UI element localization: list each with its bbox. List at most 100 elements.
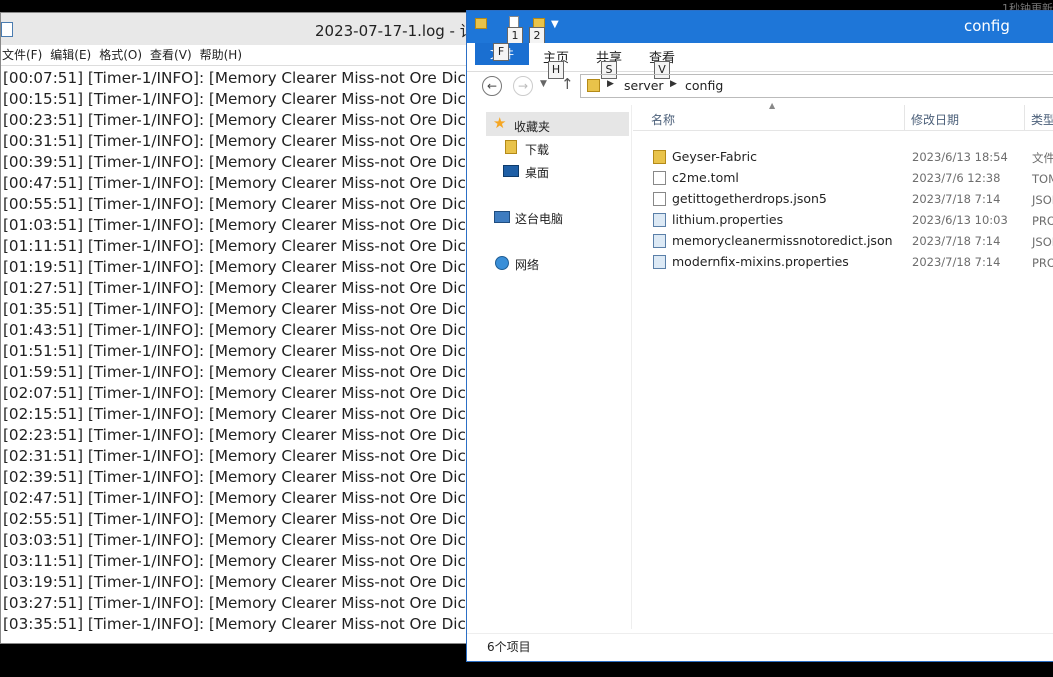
network-icon [495,256,509,270]
file-date: 2023/7/18 7:14 [912,255,1001,269]
column-name[interactable]: 名称 [651,111,675,128]
log-line: [02:31:51] [Timer-1/INFO]: [Memory Clear… [3,447,479,465]
chevron-right-icon[interactable]: ▶ [670,79,677,89]
log-line: [02:39:51] [Timer-1/INFO]: [Memory Clear… [3,468,479,486]
log-line: [01:59:51] [Timer-1/INFO]: [Memory Clear… [3,363,479,381]
file-name: modernfix-mixins.properties [672,254,849,269]
menu-edit[interactable]: 编辑(E) [49,45,98,65]
log-line: [03:19:51] [Timer-1/INFO]: [Memory Clear… [3,573,479,591]
explorer-titlebar[interactable]: ▼ 1 2 config [467,11,1053,45]
file-date: 2023/6/13 10:03 [912,213,1008,227]
customize-qat-icon[interactable]: ▼ [551,19,559,30]
log-line: [03:11:51] [Timer-1/INFO]: [Memory Clear… [3,552,479,570]
file-type: TOML 文件 [1032,172,1053,186]
log-line: [01:35:51] [Timer-1/INFO]: [Memory Clear… [3,300,479,318]
config-file-icon [653,255,666,269]
column-date[interactable]: 修改日期 [911,111,959,128]
nav-selection-highlight [486,112,629,136]
file-row[interactable]: getittogetherdrops.json5 2023/7/18 7:14 … [633,189,1053,210]
nav-item-this-pc[interactable]: 这台电脑 [515,210,563,227]
log-line: [03:35:51] [Timer-1/INFO]: [Memory Clear… [3,615,479,633]
log-line: [01:19:51] [Timer-1/INFO]: [Memory Clear… [3,258,479,276]
log-line: [00:31:51] [Timer-1/INFO]: [Memory Clear… [3,132,479,150]
file-row[interactable]: c2me.toml 2023/7/6 12:38 TOML 文件 [633,168,1053,189]
document-icon [653,192,666,206]
file-type: JSON5 文件 [1032,193,1053,207]
folder-icon [653,150,666,164]
log-line: [01:11:51] [Timer-1/INFO]: [Memory Clear… [3,237,479,255]
log-line: [00:47:51] [Timer-1/INFO]: [Memory Clear… [3,174,479,192]
status-bar: 6个项目 [467,633,1053,656]
column-type[interactable]: 类型 [1031,111,1053,128]
menu-file[interactable]: 文件(F) [1,45,49,65]
file-type: 文件夹 [1032,151,1053,165]
log-line: [01:51:51] [Timer-1/INFO]: [Memory Clear… [3,342,479,360]
file-row[interactable]: lithium.properties 2023/6/13 10:03 PROPE… [633,210,1053,231]
recent-locations-icon[interactable]: ▼ [540,79,547,89]
log-line: [01:27:51] [Timer-1/INFO]: [Memory Clear… [3,279,479,297]
log-line: [00:07:51] [Timer-1/INFO]: [Memory Clear… [3,69,479,87]
file-date: 2023/7/18 7:14 [912,192,1001,206]
star-icon: ★ [493,114,507,132]
log-line: [00:23:51] [Timer-1/INFO]: [Memory Clear… [3,111,479,129]
column-header-row: ▲ 名称 修改日期 类型 [633,101,1053,131]
file-name: memorycleanermissnotoredict.json [672,233,893,248]
menu-help[interactable]: 帮助(H) [199,45,249,65]
notepad-window[interactable]: 2023-07-17-1.log - 记事本 文件(F) 编辑(E) 格式(O)… [0,12,480,644]
breadcrumb-config[interactable]: config [685,78,723,93]
column-divider[interactable] [1024,105,1025,130]
chevron-right-icon[interactable]: ▶ [607,79,614,89]
nav-item-downloads[interactable]: 下载 [525,141,549,158]
nav-item-desktop[interactable]: 桌面 [525,164,549,181]
log-line: [01:03:51] [Timer-1/INFO]: [Memory Clear… [3,216,479,234]
folder-icon [587,79,600,92]
menu-format[interactable]: 格式(O) [98,45,149,65]
notepad-title: 2023-07-17-1.log - 记事本 [315,22,479,40]
config-file-icon [653,213,666,227]
downloads-icon [505,140,517,154]
folder-icon [475,18,487,29]
file-name: lithium.properties [672,212,784,227]
file-name: Geyser-Fabric [672,149,757,164]
up-button[interactable]: ↑ [561,75,574,93]
column-divider[interactable] [904,105,905,130]
log-line: [02:15:51] [Timer-1/INFO]: [Memory Clear… [3,405,479,423]
explorer-window[interactable]: ▼ 1 2 config 文件 F 主页 共享 查看 H S V ← → ▼ ↑… [466,10,1053,662]
explorer-title: config [964,17,1010,35]
log-line: [00:15:51] [Timer-1/INFO]: [Memory Clear… [3,90,479,108]
file-date: 2023/7/18 7:14 [912,234,1001,248]
file-type: PROPERTIES 文件 [1032,214,1053,228]
log-line: [03:03:51] [Timer-1/INFO]: [Memory Clear… [3,531,479,549]
file-row[interactable]: modernfix-mixins.properties 2023/7/18 7:… [633,252,1053,273]
keytip-file: F [493,43,509,61]
notepad-titlebar[interactable]: 2023-07-17-1.log - 记事本 [1,13,479,45]
back-button[interactable]: ← [482,76,502,96]
log-line: [02:23:51] [Timer-1/INFO]: [Memory Clear… [3,426,479,444]
nav-item-favorites[interactable]: 收藏夹 [514,118,550,135]
menu-view[interactable]: 查看(V) [149,45,199,65]
file-row[interactable]: memorycleanermissnotoredict.json 2023/7/… [633,231,1053,252]
notepad-text-area[interactable]: [00:07:51] [Timer-1/INFO]: [Memory Clear… [1,66,479,643]
notepad-menubar: 文件(F) 编辑(E) 格式(O) 查看(V) 帮助(H) [1,45,479,66]
log-line: [00:55:51] [Timer-1/INFO]: [Memory Clear… [3,195,479,213]
address-bar[interactable]: ▶ server ▶ config [580,74,1053,98]
nav-item-network[interactable]: 网络 [515,256,539,273]
log-line: [02:47:51] [Timer-1/INFO]: [Memory Clear… [3,489,479,507]
breadcrumb-server[interactable]: server [624,78,664,93]
item-count: 6个项目 [487,640,531,654]
file-row[interactable]: Geyser-Fabric 2023/6/13 18:54 文件夹 [633,147,1053,168]
notepad-app-icon [1,22,13,37]
file-name: c2me.toml [672,170,739,185]
file-list[interactable]: ▲ 名称 修改日期 类型 Geyser-Fabric 2023/6/13 18:… [633,101,1053,629]
address-bar-row: ← → ▼ ↑ ▶ server ▶ config [467,72,1053,102]
file-date: 2023/6/13 18:54 [912,150,1008,164]
file-type: JSON 文件 [1032,235,1053,249]
log-line: [02:07:51] [Timer-1/INFO]: [Memory Clear… [3,384,479,402]
forward-button[interactable]: → [513,76,533,96]
document-icon [653,171,666,185]
log-line: [03:27:51] [Timer-1/INFO]: [Memory Clear… [3,594,479,612]
log-line: [02:55:51] [Timer-1/INFO]: [Memory Clear… [3,510,479,528]
desktop-icon [503,165,519,177]
computer-icon [494,211,510,223]
sort-ascending-icon: ▲ [769,101,776,110]
